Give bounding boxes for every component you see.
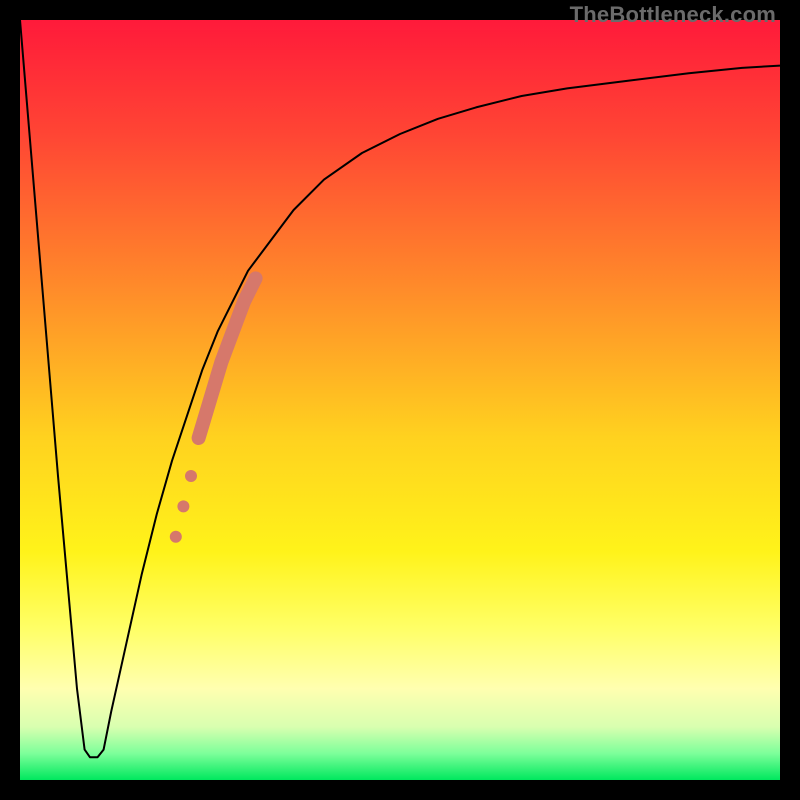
marker-dots (177, 500, 189, 512)
chart-frame (20, 20, 780, 780)
marker-dots (185, 470, 197, 482)
watermark-text: TheBottleneck.com (570, 2, 776, 28)
marker-dots (170, 531, 182, 543)
bottleneck-chart (20, 20, 780, 780)
